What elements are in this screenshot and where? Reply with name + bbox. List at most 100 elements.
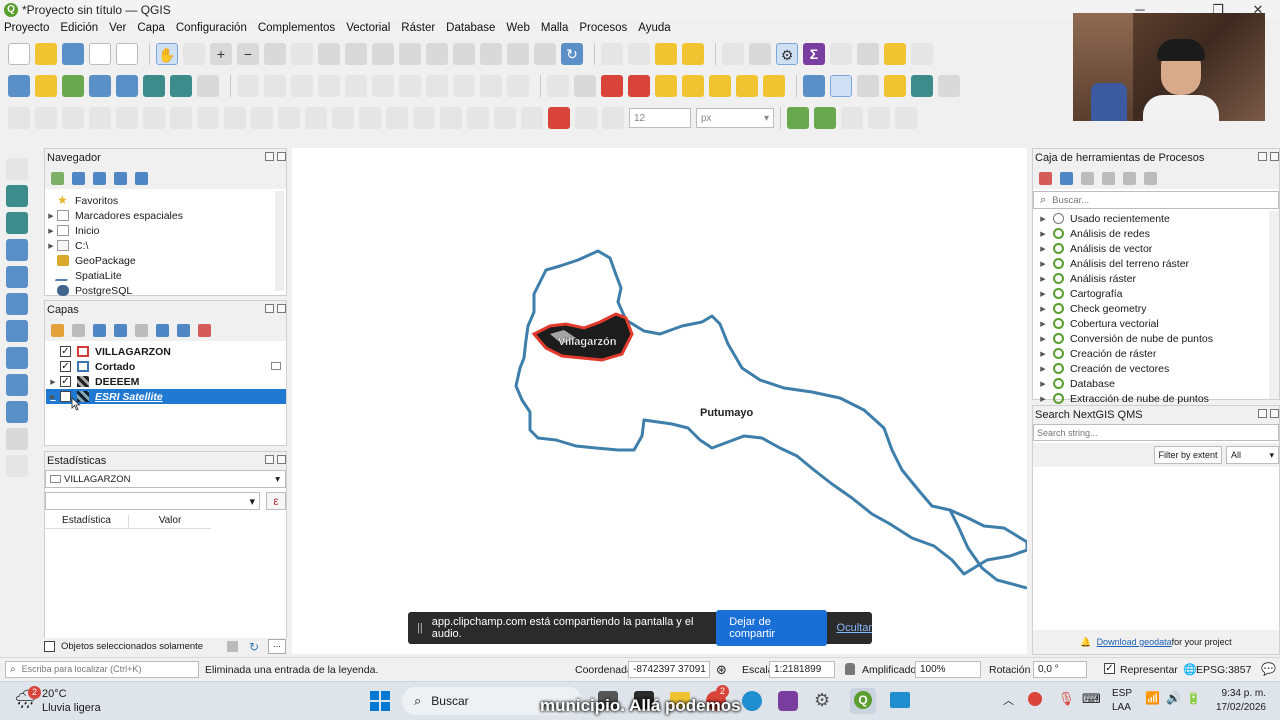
select-features-icon[interactable]	[628, 43, 650, 65]
expand-arrow-icon[interactable]: ▶	[1037, 215, 1049, 223]
field-calculator-icon[interactable]	[830, 43, 852, 65]
processing-search-field[interactable]: ⌕	[1033, 191, 1279, 209]
add-raster-layer-icon[interactable]	[116, 75, 138, 97]
add-ring-icon[interactable]	[143, 107, 165, 129]
trim-extend-icon[interactable]	[494, 107, 516, 129]
nav-item-favoritos[interactable]: ★ Favoritos	[45, 193, 118, 208]
messages-icon[interactable]: 💬	[1261, 662, 1276, 676]
battery-icon[interactable]: 🔋	[1186, 691, 1201, 705]
menu-configuracion[interactable]: Configuración	[176, 22, 247, 34]
pin-label-icon[interactable]	[655, 75, 677, 97]
globe-binoculars-icon[interactable]	[857, 75, 879, 97]
change-label-icon[interactable]	[763, 75, 785, 97]
expand-arrow-icon[interactable]: ▶	[1037, 245, 1049, 253]
app-clipchamp-icon[interactable]	[778, 691, 798, 711]
add-mesh-layer-icon[interactable]	[143, 75, 165, 97]
float-panel-icon[interactable]	[1258, 409, 1267, 418]
collapse-all-icon[interactable]	[177, 323, 190, 337]
crs-globe-icon[interactable]: 🌐	[1183, 663, 1197, 676]
label-settings-icon[interactable]	[574, 75, 596, 97]
language-top[interactable]: ESP	[1112, 688, 1132, 699]
show-hidden-icons-chevron-icon[interactable]: ︿	[1003, 692, 1014, 708]
new-geopackage-icon[interactable]	[35, 75, 57, 97]
processing-group-item[interactable]: ▶ Análisis de vector	[1037, 241, 1152, 256]
snapping-type-icon[interactable]	[602, 107, 624, 129]
expand-arrow-icon[interactable]: ▶	[45, 212, 57, 220]
offset-curve-icon[interactable]	[305, 107, 327, 129]
float-panel-icon[interactable]	[265, 304, 274, 313]
filter-indicator-icon[interactable]	[271, 362, 281, 370]
refresh-icon[interactable]: ↻	[249, 640, 259, 654]
add-point-cloud-icon[interactable]	[170, 75, 192, 97]
processing-search-input[interactable]	[1052, 194, 1253, 206]
add-vector-layer-icon[interactable]	[62, 75, 84, 97]
filter-expression-icon[interactable]	[135, 323, 148, 337]
nextgis-search-input[interactable]	[1033, 424, 1279, 441]
add-raster-icon[interactable]	[6, 185, 28, 207]
models-icon[interactable]	[1039, 171, 1052, 185]
snapping-mode-icon[interactable]	[575, 107, 597, 129]
zoom-full-icon[interactable]	[264, 43, 286, 65]
column-header-statistic[interactable]: Estadística	[45, 515, 128, 528]
manage-visibility-eye-icon[interactable]	[93, 323, 106, 337]
close-panel-icon[interactable]	[277, 455, 286, 464]
zoom-in-icon[interactable]: +	[210, 43, 232, 65]
expand-arrow-icon[interactable]: ▶	[1037, 320, 1049, 328]
menu-ver[interactable]: Ver	[109, 22, 126, 34]
split-features-icon[interactable]	[332, 107, 354, 129]
weather-temperature[interactable]: 20°C	[42, 688, 67, 700]
menu-proyecto[interactable]: Proyecto	[4, 22, 49, 34]
navigator-scrollbar[interactable]	[275, 191, 284, 291]
menu-procesos[interactable]: Procesos	[579, 22, 627, 34]
add-delimited-icon[interactable]	[6, 239, 28, 261]
expand-arrow-icon[interactable]: ▶	[1037, 260, 1049, 268]
filter-by-extent-button[interactable]: Filter by extent	[1154, 446, 1222, 464]
new-3d-view-icon[interactable]	[453, 43, 475, 65]
layer-visibility-checkbox[interactable]: ✓	[60, 376, 71, 387]
self-snapping-icon[interactable]	[868, 107, 890, 129]
pan-hand-icon[interactable]: ✋	[156, 43, 178, 65]
add-selected-icon[interactable]	[51, 171, 64, 185]
options-wrench-icon[interactable]	[1144, 171, 1157, 185]
processing-group-item[interactable]: ▶ Usado recientemente	[1037, 211, 1170, 226]
locator-field[interactable]: ⌕ Escriba para localizar (Ctrl+K)	[5, 661, 199, 678]
label-tool-icon[interactable]	[547, 75, 569, 97]
processing-group-item[interactable]: ▶ Check geometry	[1037, 301, 1146, 316]
delete-ring-icon[interactable]	[224, 107, 246, 129]
modify-attributes-icon[interactable]	[345, 75, 367, 97]
add-group-icon[interactable]	[72, 323, 85, 337]
float-panel-icon[interactable]	[265, 152, 274, 161]
results-viewer-icon[interactable]	[1102, 171, 1115, 185]
edit-features-in-place-icon[interactable]	[1123, 171, 1136, 185]
processing-group-item[interactable]: ▶ Análisis ráster	[1037, 271, 1136, 286]
add-wfs-icon[interactable]	[6, 374, 28, 396]
layout-manager-icon[interactable]	[116, 43, 138, 65]
scale-feature-icon[interactable]	[89, 107, 111, 129]
menu-raster[interactable]: Ráster	[401, 22, 435, 34]
add-virtual-layer-icon[interactable]	[6, 428, 28, 450]
abc-label-icon[interactable]	[601, 75, 623, 97]
rotation-field[interactable]: 0,0 °	[1033, 661, 1087, 678]
reshape-icon[interactable]	[278, 107, 300, 129]
refresh-icon[interactable]	[72, 171, 85, 185]
advanced-digitize-icon[interactable]	[8, 107, 30, 129]
processing-group-item[interactable]: ▶ Creación de ráster	[1037, 346, 1156, 361]
add-vector-icon[interactable]	[6, 158, 28, 180]
statistics-layer-select[interactable]: VILLAGARZON ▾	[45, 470, 286, 488]
tolerance-unit-select[interactable]: px ▾	[696, 108, 774, 128]
map-canvas[interactable]: Villagarzón Putumayo	[292, 148, 1027, 654]
layer-row-esri-satellite[interactable]: ▶ ESRI Satellite	[46, 389, 286, 404]
crs-button[interactable]: EPSG:3857	[1196, 664, 1251, 676]
add-wms-icon[interactable]	[6, 347, 28, 369]
close-panel-icon[interactable]	[1270, 409, 1279, 418]
zoom-selection-icon[interactable]	[291, 43, 313, 65]
menu-vectorial[interactable]: Vectorial	[346, 22, 390, 34]
rotate-symbols-icon[interactable]	[440, 107, 462, 129]
expand-arrow-icon[interactable]: ▶	[45, 227, 57, 235]
add-wcs-icon[interactable]	[6, 401, 28, 423]
menu-complementos[interactable]: Complementos	[258, 22, 335, 34]
abc-label-red-icon[interactable]	[628, 75, 650, 97]
add-mssql-icon[interactable]	[6, 320, 28, 342]
globe-active-icon[interactable]	[830, 75, 852, 97]
processing-scrollbar[interactable]	[1269, 211, 1279, 399]
